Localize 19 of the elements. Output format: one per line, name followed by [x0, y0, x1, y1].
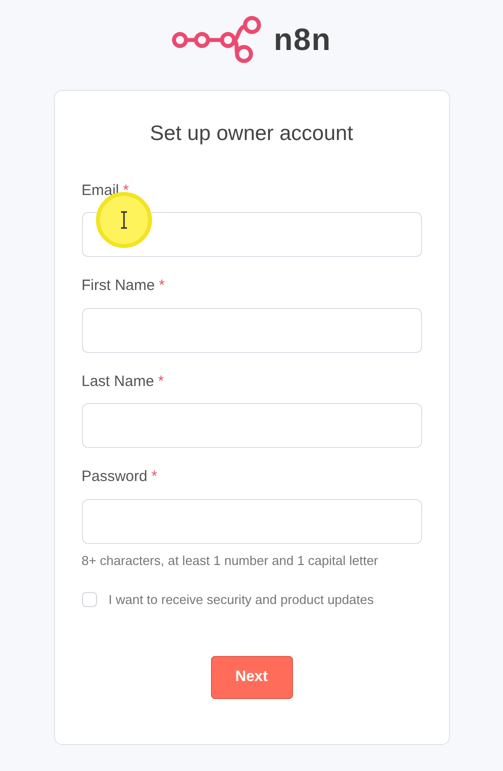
checkbox[interactable]: [82, 592, 96, 608]
required-mark: *: [123, 180, 129, 200]
logo-icon: [172, 16, 262, 64]
field-label: Email: [82, 180, 120, 200]
logo-text: n8n: [274, 20, 332, 59]
required-mark: *: [158, 276, 165, 296]
required-mark: *: [158, 372, 164, 392]
text-cursor-icon: [118, 211, 128, 229]
checkbox-label: I want to receive security and product updates: [108, 591, 374, 609]
input-field[interactable]: [82, 498, 422, 544]
field-label: Password: [82, 467, 148, 487]
input-field[interactable]: [82, 403, 422, 448]
next-button[interactable]: Next: [210, 656, 292, 698]
hint-text: 8+ characters, at least 1 number and 1 capital letter: [82, 552, 380, 570]
field-label: Last Name: [82, 372, 154, 392]
field-label: First Name: [82, 276, 155, 296]
card-title: Set up owner account: [148, 121, 354, 147]
input-field[interactable]: [82, 308, 422, 352]
required-mark: *: [151, 467, 158, 487]
